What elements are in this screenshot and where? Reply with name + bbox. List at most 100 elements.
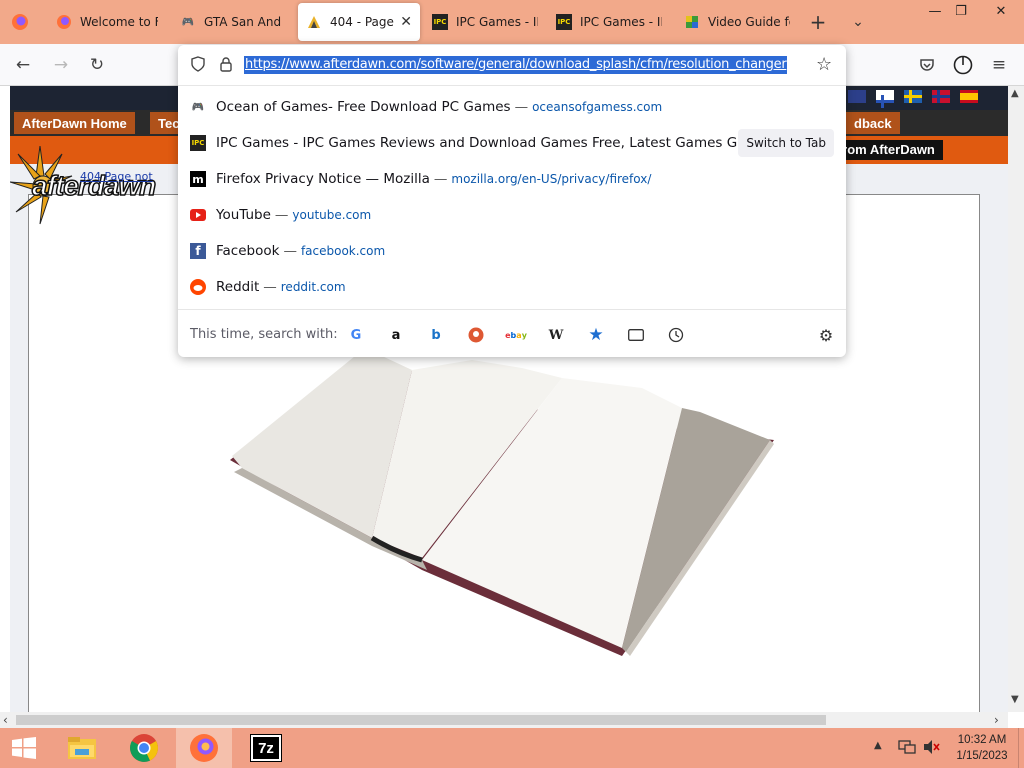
open-book-illustration — [230, 352, 774, 656]
firefox-taskbar[interactable] — [176, 728, 232, 768]
vertical-scrollbar[interactable]: ▲ ▼ — [1008, 86, 1024, 712]
scroll-down-icon[interactable]: ▼ — [1011, 694, 1019, 705]
reddit-icon — [190, 279, 206, 295]
suggestion-title: IPC Games - IPC Games Reviews and Downlo… — [216, 135, 738, 151]
urlbar[interactable]: https://www.afterdawn.com/software/gener… — [178, 45, 846, 83]
tab-ipc-2[interactable]: IPC IPC Games - IP — [548, 3, 670, 41]
tab-title: IPC Games - IP — [580, 15, 662, 29]
firefox-view-button[interactable] — [8, 10, 32, 34]
firefox-icon — [56, 14, 72, 30]
url-input[interactable]: https://www.afterdawn.com/software/gener… — [244, 56, 788, 74]
duckduckgo-icon[interactable] — [466, 325, 486, 345]
suggestion-url: mozilla.org/en-US/privacy/firefox/ — [451, 172, 652, 186]
maximize-button[interactable]: ❐ — [946, 0, 976, 22]
account-button[interactable] — [950, 53, 976, 77]
close-window-button[interactable]: ✕ — [986, 0, 1016, 22]
divider — [178, 85, 846, 86]
lock-icon[interactable] — [218, 56, 234, 76]
ipc-icon: IPC — [190, 135, 206, 151]
facebook-icon: f — [190, 243, 206, 259]
chevron-down-icon: ⌄ — [852, 14, 864, 30]
flag-uk-icon[interactable] — [848, 90, 866, 103]
gear-icon[interactable]: ⚙ — [816, 325, 836, 345]
scroll-up-icon[interactable]: ▲ — [1011, 88, 1019, 99]
tab-title: Welcome to Fi — [80, 15, 158, 29]
bookmark-star-icon[interactable]: ☆ — [816, 54, 832, 75]
flag-finland-icon[interactable] — [876, 90, 894, 108]
suggestion-url: oceansofgamess.com — [532, 100, 663, 114]
horizontal-scrollbar[interactable]: ‹ › — [0, 712, 1008, 728]
start-button[interactable] — [0, 728, 48, 768]
amazon-icon[interactable]: a — [386, 325, 406, 345]
flag-spain-icon[interactable] — [960, 90, 978, 103]
new-tab-button[interactable]: + — [806, 10, 830, 34]
tab-welcome[interactable]: Welcome to Fi — [48, 3, 166, 41]
separator: — — [283, 243, 297, 259]
cube-icon — [684, 14, 700, 30]
suggestion-row[interactable]: m Firefox Privacy Notice — Mozilla — mozil… — [178, 161, 846, 197]
site-nav-home[interactable]: AfterDawn Home — [14, 112, 135, 134]
list-tabs-button[interactable]: ⌄ — [846, 10, 870, 34]
forward-button[interactable]: → — [48, 53, 74, 77]
back-button[interactable]: ← — [10, 53, 36, 77]
scroll-right-icon[interactable]: › — [994, 713, 999, 727]
tab-strip: Welcome to Fi 🎮 GTA San Andre 404 - Page… — [0, 0, 1024, 44]
suggestion-row[interactable]: f Facebook — facebook.com — [178, 233, 846, 269]
google-icon[interactable]: G — [346, 325, 366, 345]
ebay-icon[interactable]: ebay — [505, 325, 527, 345]
site-nav-feedback[interactable]: dback — [846, 112, 900, 134]
show-hidden-icons-button[interactable]: ▲ — [874, 740, 882, 751]
tab-404[interactable]: 404 - Page n ✕ — [298, 3, 420, 41]
flag-sweden-icon[interactable] — [904, 90, 922, 103]
arrow-left-icon: ← — [15, 55, 31, 75]
afterdawn-logo[interactable]: afterdawn 404 Page not — [10, 146, 180, 226]
bing-icon[interactable]: b — [426, 325, 446, 345]
separator: — — [263, 279, 277, 295]
7zip-taskbar[interactable]: 7z — [238, 728, 294, 768]
show-desktop-button[interactable] — [1018, 728, 1024, 768]
7zip-icon: 7z — [250, 734, 282, 762]
suggestion-text: Ocean of Games- Free Download PC Games — o… — [216, 99, 662, 115]
scroll-left-icon[interactable]: ‹ — [3, 713, 8, 727]
switch-to-tab-button[interactable]: Switch to Tab — [738, 129, 834, 157]
tab-title: GTA San Andre — [204, 15, 282, 29]
bookmarks-icon[interactable]: ★ — [586, 325, 606, 345]
suggestion-row[interactable]: 🎮 Ocean of Games- Free Download PC Games… — [178, 89, 846, 125]
reload-button[interactable]: ↻ — [84, 53, 110, 77]
pocket-button[interactable] — [914, 53, 940, 77]
tab-title: Video Guide fo — [708, 15, 790, 29]
breadcrumb[interactable]: 404 Page not — [80, 170, 153, 183]
chrome-taskbar[interactable] — [116, 728, 172, 768]
ipc-icon: IPC — [432, 14, 448, 30]
suggestion-row[interactable]: YouTube — youtube.com — [178, 197, 846, 233]
arrow-right-icon: → — [53, 55, 69, 75]
close-tab-icon[interactable]: ✕ — [400, 14, 412, 30]
menu-button[interactable]: ≡ — [986, 53, 1012, 77]
windows-icon — [12, 737, 36, 759]
firefox-icon — [12, 14, 28, 30]
shield-icon[interactable] — [190, 56, 206, 76]
restore-icon: ❐ — [955, 3, 967, 19]
suggestion-row[interactable]: IPC IPC Games - IPC Games Reviews and Do… — [178, 125, 846, 161]
youtube-icon — [190, 207, 206, 223]
folder-icon — [68, 737, 96, 759]
tab-video-guide[interactable]: Video Guide fo — [676, 3, 798, 41]
system-clock[interactable]: 10:32 AM 1/15/2023 — [950, 732, 1014, 764]
suggestion-title: Ocean of Games- Free Download PC Games — [216, 99, 511, 115]
pocket-icon — [920, 59, 934, 71]
suggestion-row[interactable]: Reddit — reddit.com — [178, 269, 846, 305]
volume-muted-icon[interactable] — [922, 738, 940, 760]
file-explorer-taskbar[interactable] — [54, 728, 110, 768]
suggestion-text: Reddit — reddit.com — [216, 279, 346, 295]
horizontal-scroll-thumb[interactable] — [16, 715, 826, 725]
suggestion-text: Firefox Privacy Notice — Mozilla — mozilla… — [216, 171, 651, 187]
flag-norway-icon[interactable] — [932, 90, 950, 103]
tab-gta[interactable]: 🎮 GTA San Andre — [172, 3, 290, 41]
suggestion-text: Facebook — facebook.com — [216, 243, 385, 259]
tabs-icon[interactable] — [626, 325, 646, 345]
wikipedia-icon[interactable]: W — [546, 325, 566, 345]
network-icon[interactable] — [898, 738, 916, 760]
history-icon[interactable] — [666, 325, 686, 345]
tab-ipc-1[interactable]: IPC IPC Games - IP — [424, 3, 546, 41]
mozilla-icon: m — [190, 171, 206, 187]
